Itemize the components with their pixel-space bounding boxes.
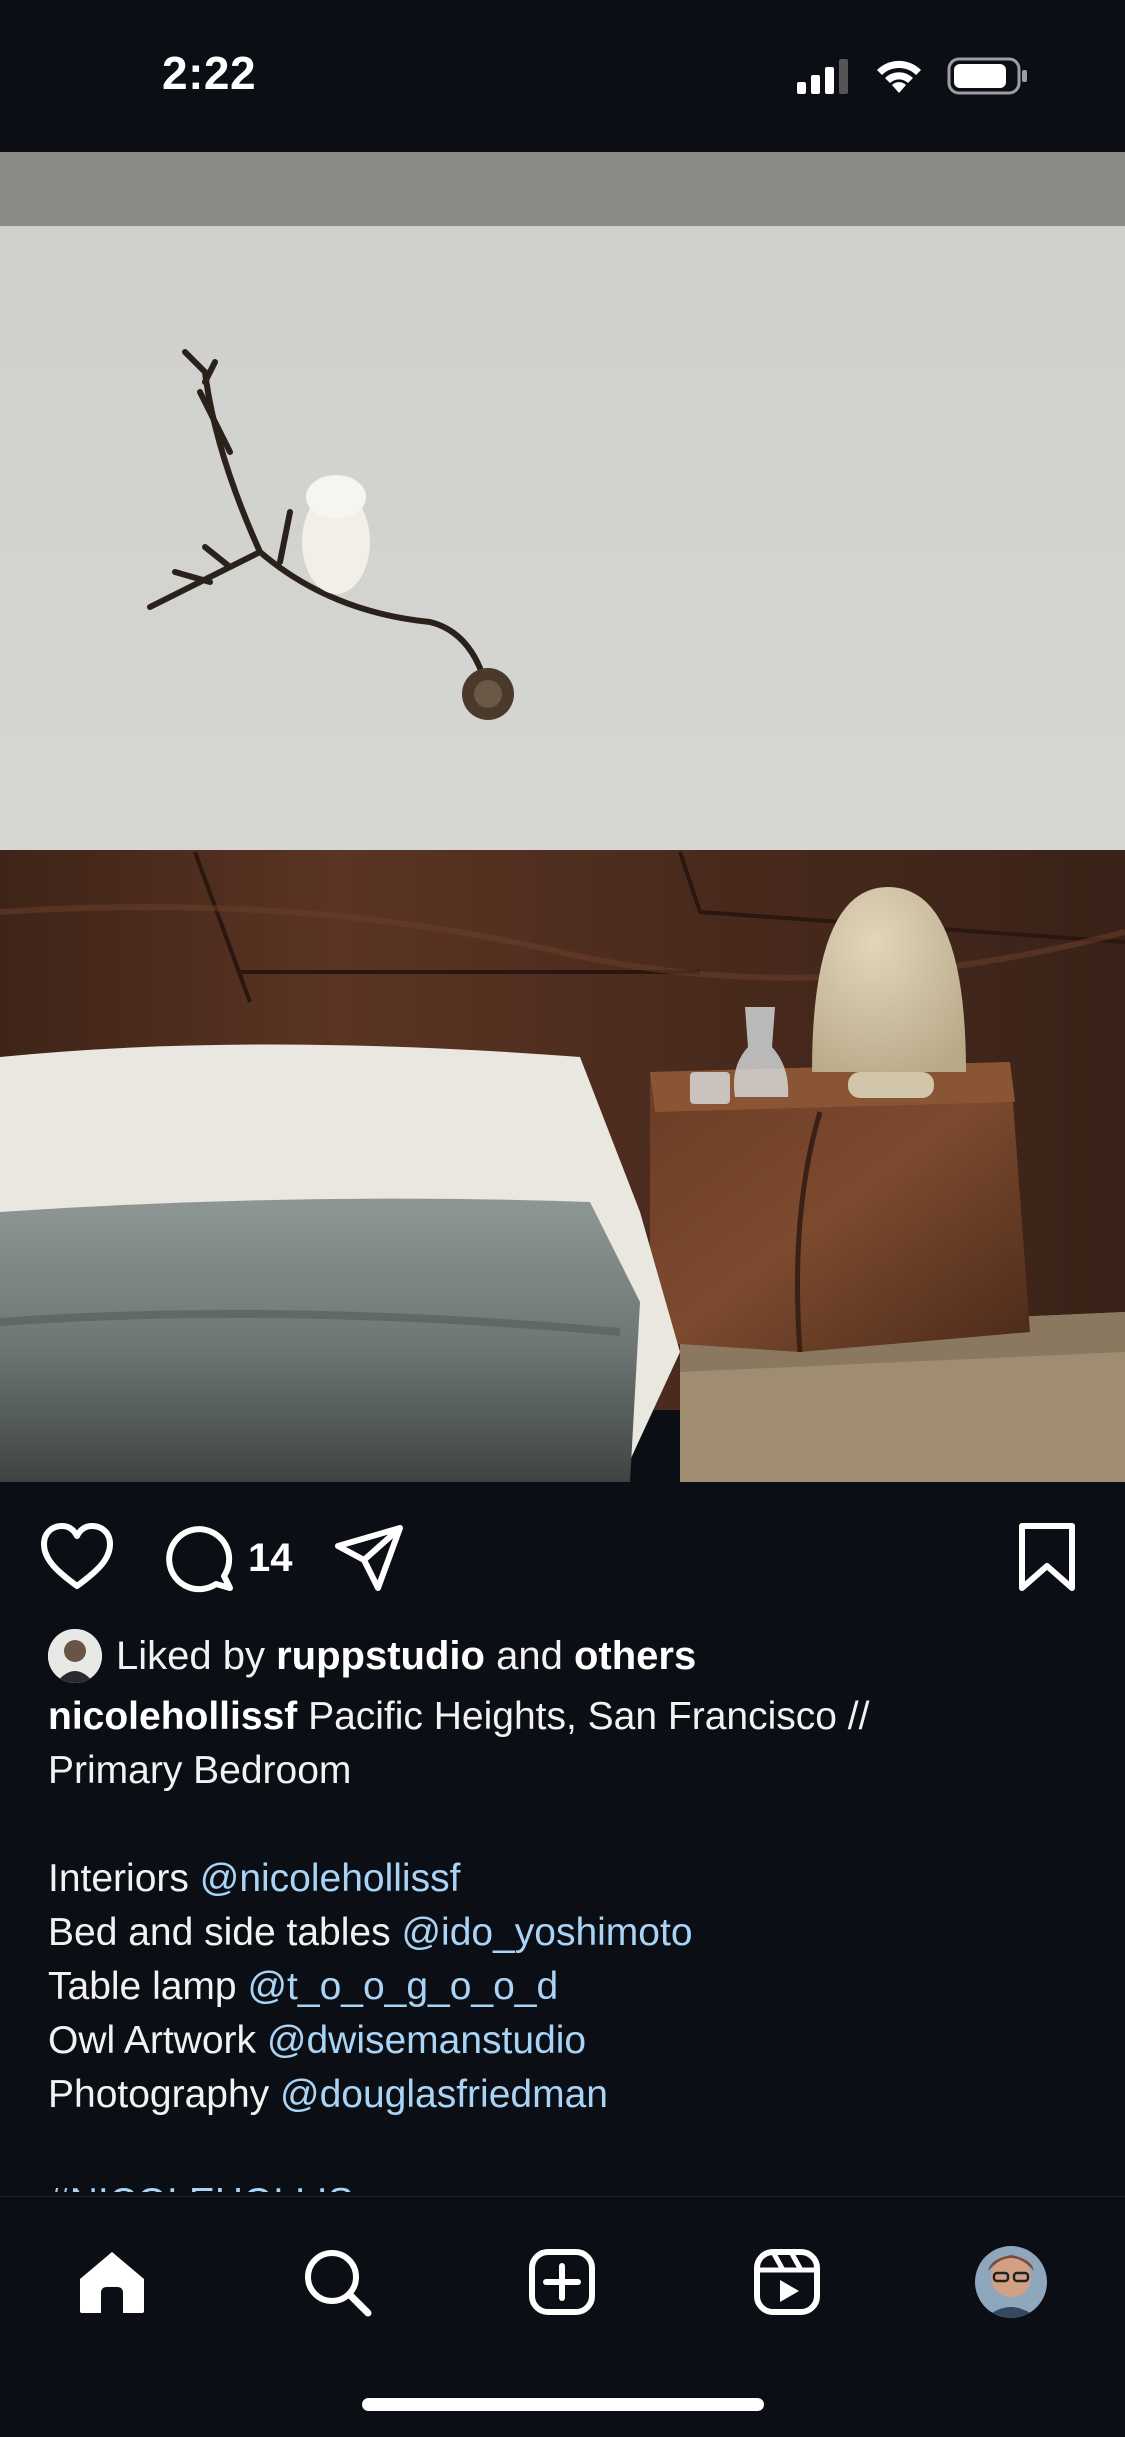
credit-label: Photography	[48, 2073, 270, 2116]
caption-username[interactable]: nicolehollissf	[48, 1695, 297, 1738]
credit-mention[interactable]: @ido_yoshimoto	[401, 1911, 692, 1954]
liked-by-row[interactable]: Liked by ruppstudio and others	[48, 1626, 696, 1686]
liked-by-prefix: Liked by	[116, 1633, 265, 1678]
home-icon[interactable]	[67, 2237, 157, 2327]
credit-mention[interactable]: @t_o_o_g_o_o_d	[247, 1965, 558, 2008]
wifi-icon	[877, 60, 921, 93]
heart-icon[interactable]	[40, 1522, 114, 1597]
paper-plane-icon[interactable]	[334, 1522, 406, 1599]
credit-label: Bed and side tables	[48, 1911, 391, 1954]
credit-line: Bed and side tables @ido_yoshimoto	[48, 1906, 1068, 1960]
post-image[interactable]	[0, 152, 1125, 1482]
caption-text-line2: Primary Bedroom	[48, 1749, 352, 1792]
caption-hashtag[interactable]: #NICOLEHOLLIS	[48, 2176, 1068, 2192]
status-time: 2:22	[162, 47, 257, 99]
post-caption: nicolehollissf Pacific Heights, San Fran…	[48, 1690, 1068, 2192]
post-actions: 14	[0, 1482, 1125, 1632]
liked-by-user[interactable]: ruppstudio	[276, 1634, 485, 1678]
liked-by-conjunction: and	[496, 1633, 563, 1678]
bookmark-icon[interactable]	[1016, 1522, 1078, 1599]
comment-bubble-icon[interactable]	[164, 1522, 236, 1599]
credit-label: Interiors	[48, 1857, 189, 1900]
credit-line: Table lamp @t_o_o_g_o_o_d	[48, 1960, 1068, 2014]
reels-icon[interactable]	[742, 2237, 832, 2327]
liked-by-text: Liked by ruppstudio and others	[116, 1634, 696, 1679]
caption-line: nicolehollissf Pacific Heights, San Fran…	[48, 1690, 1068, 1744]
caption-text: Pacific Heights, San Francisco //	[308, 1695, 870, 1738]
plus-square-icon[interactable]	[517, 2237, 607, 2327]
battery-icon	[947, 57, 1027, 95]
status-bar: 2:22	[0, 0, 1125, 152]
status-icons	[795, 56, 1029, 96]
credit-line: Photography @douglasfriedman	[48, 2068, 1068, 2122]
search-icon[interactable]	[292, 2237, 382, 2327]
credit-line: Owl Artwork @dwisemanstudio	[48, 2014, 1068, 2068]
credit-mention[interactable]: @nicolehollissf	[200, 1857, 461, 1900]
home-indicator	[362, 2398, 764, 2411]
credit-label: Table lamp	[48, 1965, 237, 2008]
comment-count[interactable]: 14	[248, 1536, 293, 1581]
cellular-signal-icon	[797, 59, 848, 94]
credit-mention[interactable]: @douglasfriedman	[280, 2073, 608, 2116]
avatar[interactable]	[966, 2237, 1056, 2327]
liked-by-others[interactable]: others	[574, 1634, 696, 1678]
credit-mention[interactable]: @dwisemanstudio	[267, 2019, 586, 2062]
credit-line: Interiors @nicolehollissf	[48, 1852, 1068, 1906]
avatar	[48, 1629, 102, 1683]
credit-label: Owl Artwork	[48, 2019, 257, 2062]
